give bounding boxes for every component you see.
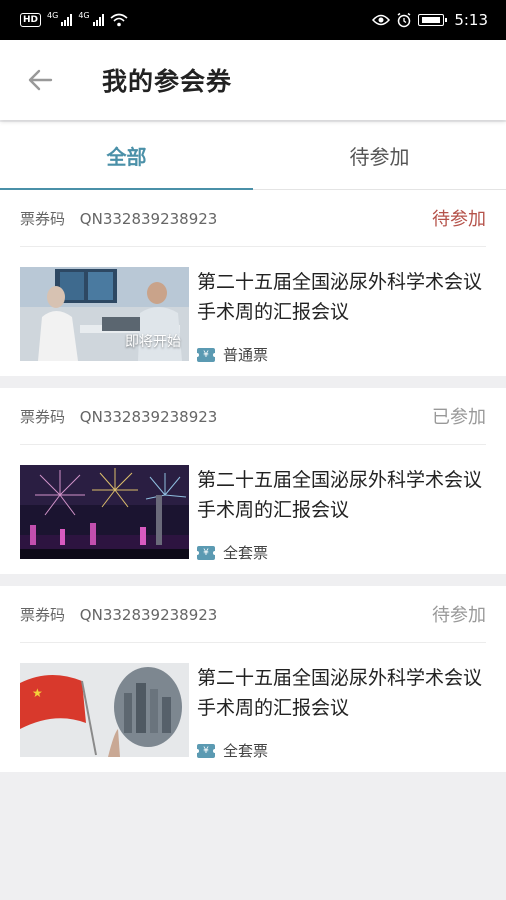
status-badge: 待参加 — [432, 605, 486, 626]
ticket-card[interactable]: 票券码 QN332839238923 已参加 第二十五届全国泌尿外科学术会议手术… — [0, 388, 506, 574]
ticket-code-value: QN332839238923 — [79, 605, 218, 624]
ticket-card-header: 票券码 QN332839238923 待参加 — [20, 190, 486, 247]
ticket-icon: ¥ — [195, 545, 217, 560]
network-type-1: 4G — [47, 10, 59, 20]
ticket-code: 票券码 QN332839238923 — [20, 406, 217, 427]
thumbnail-badge: 即将开始 — [125, 334, 181, 350]
ticket-card-header: 票券码 QN332839238923 已参加 — [20, 388, 486, 445]
ticket-code-value: QN332839238923 — [79, 209, 218, 228]
network-type-2: 4G — [78, 10, 90, 20]
back-button[interactable] — [0, 40, 80, 120]
ticket-type-label: 全套票 — [223, 742, 269, 760]
ticket-type-label: 普通票 — [223, 346, 269, 364]
flag-image: ★ — [20, 663, 189, 757]
event-thumbnail[interactable] — [20, 465, 189, 559]
hd-icon: HD — [20, 13, 42, 27]
event-thumbnail[interactable]: ★ — [20, 663, 189, 757]
event-title[interactable]: 第二十五届全国泌尿外科学术会议手术周的汇报会议 — [197, 267, 490, 327]
fireworks-image — [20, 465, 189, 559]
event-title[interactable]: 第二十五届全国泌尿外科学术会议手术周的汇报会议 — [197, 465, 490, 525]
wifi-icon — [110, 13, 128, 27]
battery-icon — [418, 14, 448, 26]
event-title[interactable]: 第二十五届全国泌尿外科学术会议手术周的汇报会议 — [197, 663, 490, 723]
ticket-code-value: QN332839238923 — [79, 407, 218, 426]
status-badge: 待参加 — [432, 209, 486, 230]
tab-bar: 全部 待参加 — [0, 122, 506, 190]
page-title: 我的参会券 — [102, 67, 233, 96]
ticket-code: 票券码 QN332839238923 — [20, 208, 217, 229]
app-header: 我的参会券 — [0, 40, 506, 120]
ticket-code-label: 票券码 — [20, 209, 66, 228]
ticket-icon: ¥ — [195, 347, 217, 362]
eye-icon — [372, 14, 391, 26]
arrow-left-icon — [28, 69, 53, 91]
ticket-code-label: 票券码 — [20, 407, 66, 426]
status-badge: 已参加 — [432, 407, 486, 428]
tab-all[interactable]: 全部 — [0, 122, 253, 190]
ticket-card[interactable]: 票券码 QN332839238923 待参加 即将开始 第二十五届全国泌尿外科学… — [0, 190, 506, 376]
ticket-code: 票券码 QN332839238923 — [20, 604, 217, 625]
tab-pending[interactable]: 待参加 — [253, 122, 506, 189]
ticket-card[interactable]: 票券码 QN332839238923 待参加 ★ 第二十五届全国泌尿外科学术会议… — [0, 586, 506, 772]
alarm-icon — [397, 12, 411, 28]
svg-text:★: ★ — [32, 686, 43, 700]
signal-icon-2 — [92, 14, 104, 26]
status-right: 5:13 — [372, 11, 488, 29]
event-thumbnail[interactable]: 即将开始 — [20, 267, 189, 361]
ticket-type: ¥ 全套票 — [195, 740, 269, 761]
ticket-code-label: 票券码 — [20, 605, 66, 624]
ticket-type: ¥ 全套票 — [195, 542, 269, 563]
signal-icon — [61, 14, 73, 26]
ticket-icon: ¥ — [195, 743, 217, 758]
ticket-type: ¥ 普通票 — [195, 344, 269, 365]
ticket-type-label: 全套票 — [223, 544, 269, 562]
ticket-card-header: 票券码 QN332839238923 待参加 — [20, 586, 486, 643]
status-bar: HD 4G 4G 5:13 — [0, 0, 506, 40]
clock-time: 5:13 — [454, 11, 488, 29]
status-left: HD 4G 4G — [20, 10, 128, 27]
